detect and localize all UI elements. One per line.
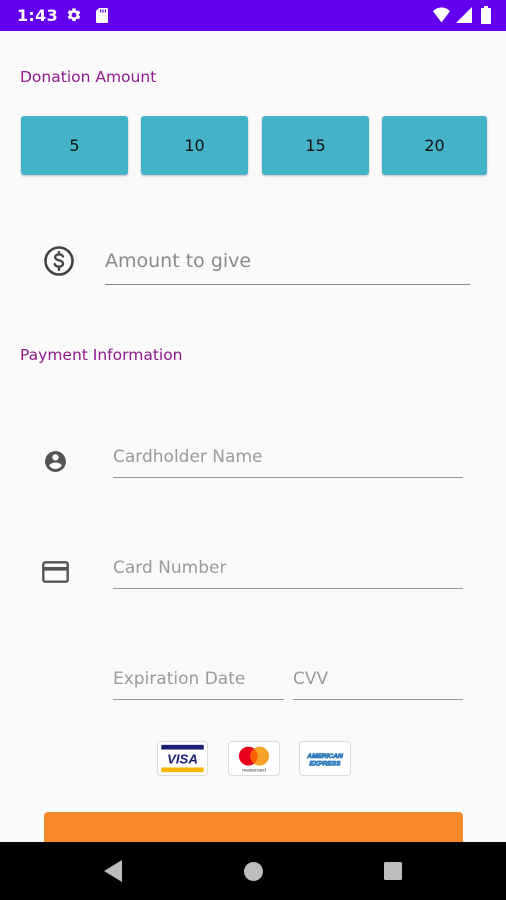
gear-icon: [67, 8, 81, 22]
expiration-date-input[interactable]: [113, 658, 284, 700]
amex-text-line1: AMERICAN: [306, 753, 343, 760]
amount-button-label: 10: [184, 136, 205, 155]
cardholder-name-input[interactable]: [113, 436, 463, 478]
amount-button-20[interactable]: 20: [382, 116, 487, 175]
visa-logo-icon: VISA: [157, 741, 208, 776]
amount-button-label: 20: [424, 136, 445, 155]
status-bar: 1:43: [0, 0, 506, 31]
wifi-icon: [433, 7, 450, 23]
mastercard-logo-icon: mastercard: [228, 741, 280, 776]
status-time: 1:43: [17, 6, 58, 25]
card-number-input[interactable]: [113, 547, 463, 589]
recents-icon[interactable]: [384, 862, 402, 880]
account-circle-icon: [45, 451, 66, 472]
visa-text: VISA: [167, 752, 198, 767]
amount-button-label: 15: [305, 136, 326, 155]
battery-icon: [481, 6, 491, 24]
home-icon[interactable]: [244, 862, 263, 881]
amex-text-line2: EXPRESS: [309, 761, 341, 768]
amount-button-10[interactable]: 10: [141, 116, 248, 175]
amount-input[interactable]: [105, 238, 470, 285]
amex-logo-icon: AMERICAN EXPRESS: [299, 741, 351, 776]
payment-information-title: Payment Information: [20, 346, 183, 364]
cvv-input[interactable]: [293, 658, 463, 700]
amount-button-5[interactable]: 5: [21, 116, 128, 175]
signal-icon: [456, 7, 472, 23]
back-icon[interactable]: [103, 859, 123, 883]
dollar-circle-icon: [44, 246, 74, 276]
mastercard-text: mastercard: [242, 768, 266, 773]
donate-submit-button[interactable]: [44, 812, 463, 842]
donation-amount-title: Donation Amount: [20, 68, 157, 86]
sd-card-icon: [96, 8, 108, 23]
amount-button-15[interactable]: 15: [262, 116, 369, 175]
amount-button-label: 5: [69, 136, 80, 155]
credit-card-icon: [42, 561, 69, 583]
